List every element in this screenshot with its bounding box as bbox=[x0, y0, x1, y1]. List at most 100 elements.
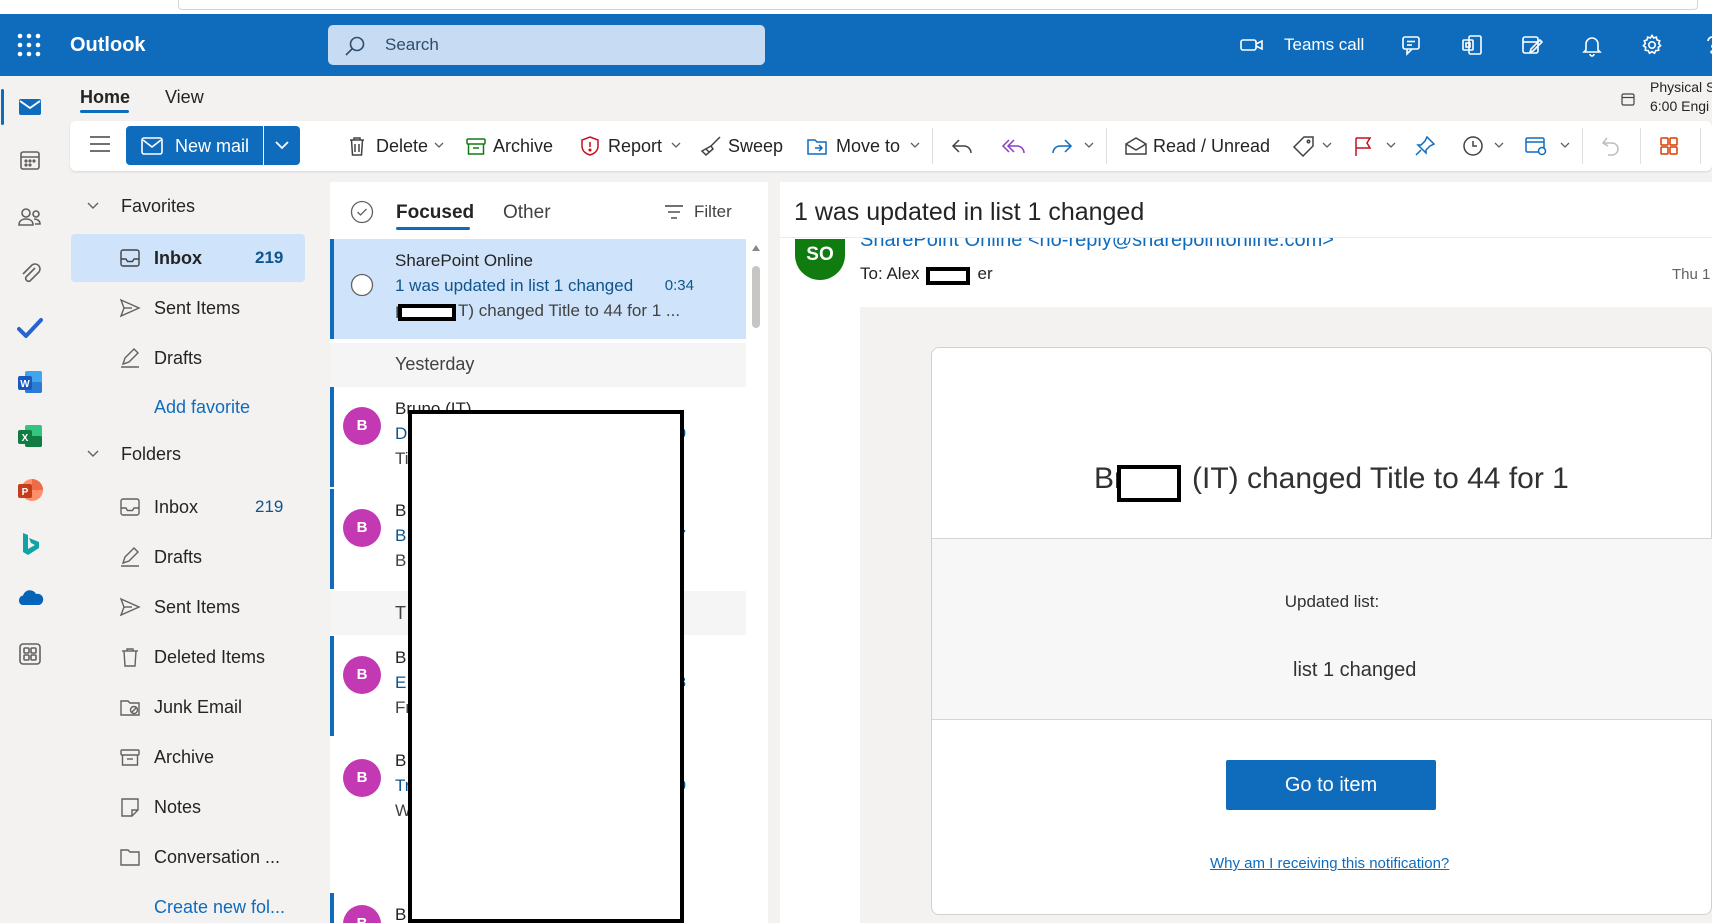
mail-icon[interactable] bbox=[16, 93, 44, 121]
excel-icon[interactable]: X bbox=[16, 422, 44, 450]
selected-accent bbox=[330, 239, 334, 339]
app-title[interactable]: Outlook bbox=[70, 32, 146, 58]
send-icon bbox=[119, 597, 141, 617]
folder-icon bbox=[120, 849, 140, 866]
message-item-selected[interactable]: SharePoint Online 1 was updated in list … bbox=[330, 239, 746, 339]
my-day-icon[interactable] bbox=[1520, 33, 1544, 57]
tab-home[interactable]: Home bbox=[80, 86, 130, 108]
undo-icon bbox=[1601, 137, 1619, 156]
card-details-section bbox=[932, 539, 1712, 719]
sweep-button[interactable]: Sweep bbox=[700, 131, 785, 161]
add-favorite-link[interactable]: Add favorite bbox=[154, 397, 250, 418]
chevron-down-icon bbox=[274, 139, 290, 151]
archive-button[interactable]: Archive bbox=[465, 131, 565, 161]
message-subject: D bbox=[395, 424, 408, 443]
app-launcher-icon[interactable] bbox=[16, 32, 42, 58]
trash-icon bbox=[122, 648, 138, 667]
why-notification-link[interactable]: Why am I receiving this notification? bbox=[1210, 855, 1449, 872]
read-unread-button[interactable]: Read / Unread bbox=[1124, 131, 1270, 161]
svg-text:W: W bbox=[20, 379, 30, 390]
favorite-sent-items[interactable]: Sent Items bbox=[71, 284, 305, 332]
favorite-inbox[interactable]: Inbox 219 bbox=[71, 234, 305, 282]
flag-button[interactable] bbox=[1352, 131, 1398, 161]
search-input[interactable]: Search bbox=[328, 25, 765, 65]
folder-junk-email[interactable]: Junk Email bbox=[71, 683, 305, 731]
onedrive-icon[interactable] bbox=[16, 584, 44, 612]
folder-notes[interactable]: Notes bbox=[71, 783, 305, 831]
tab-view[interactable]: View bbox=[165, 86, 204, 108]
new-mail-dropdown[interactable] bbox=[264, 126, 300, 165]
avatar: B bbox=[343, 759, 381, 797]
message-sender: SharePoint Online bbox=[395, 251, 533, 270]
bell-icon[interactable] bbox=[1580, 33, 1604, 57]
email-subject: 1 was updated in list 1 changed bbox=[794, 198, 1145, 226]
favorites-label: Favorites bbox=[121, 196, 196, 216]
email-from[interactable]: SharePoint Online <no-reply@sharepointon… bbox=[860, 238, 1334, 252]
bing-icon[interactable] bbox=[16, 530, 44, 558]
addins-button[interactable] bbox=[1658, 131, 1682, 161]
hamburger-icon[interactable] bbox=[88, 132, 112, 156]
create-new-folder-link[interactable]: Create new fol... bbox=[154, 897, 285, 918]
message-preview: T) changed Title to 44 for 1 ... bbox=[458, 301, 681, 320]
folder-deleted-items[interactable]: Deleted Items bbox=[71, 633, 305, 681]
reply-all-icon bbox=[1001, 139, 1025, 154]
snooze-button[interactable] bbox=[1462, 131, 1510, 161]
folder-conversation-history[interactable]: Conversation ... bbox=[71, 833, 305, 881]
gear-icon[interactable] bbox=[1640, 33, 1664, 57]
pin-button[interactable] bbox=[1414, 131, 1440, 161]
folder-inbox[interactable]: Inbox 219 bbox=[71, 483, 305, 531]
avatar: B bbox=[343, 905, 381, 923]
calendar-icon[interactable] bbox=[16, 146, 44, 174]
folder-label: Deleted Items bbox=[154, 647, 266, 667]
rules-button[interactable] bbox=[1524, 131, 1574, 161]
folder-archive[interactable]: Archive bbox=[71, 733, 305, 781]
clock-icon bbox=[1463, 136, 1483, 156]
help-icon[interactable] bbox=[1700, 33, 1712, 57]
word-icon[interactable]: W bbox=[16, 368, 44, 396]
message-preview: B bbox=[395, 551, 407, 570]
delete-button[interactable]: Delete bbox=[346, 131, 446, 161]
report-button[interactable]: Report bbox=[579, 131, 684, 161]
office-icon[interactable] bbox=[1460, 33, 1484, 57]
folder-sent-items[interactable]: Sent Items bbox=[71, 583, 305, 631]
ribbon-separator bbox=[1582, 128, 1583, 164]
teams-call-label: Teams call bbox=[1284, 35, 1365, 54]
upcoming-event[interactable]: Physical S 6:00 Engi bbox=[1650, 78, 1712, 116]
go-to-item-button[interactable]: Go to item bbox=[1226, 760, 1436, 810]
folder-drafts[interactable]: Drafts bbox=[71, 533, 305, 581]
categorize-button[interactable] bbox=[1292, 131, 1334, 161]
more-apps-icon[interactable] bbox=[16, 640, 44, 668]
select-all-checkbox[interactable] bbox=[350, 200, 374, 224]
todo-icon[interactable] bbox=[16, 314, 44, 342]
filter-label: Filter bbox=[694, 202, 732, 221]
message-sender: B bbox=[395, 501, 407, 520]
message-subject: 1 was updated in list 1 changed bbox=[395, 276, 634, 295]
reply-button[interactable] bbox=[950, 131, 976, 161]
undo-button[interactable] bbox=[1600, 131, 1626, 161]
new-mail-button[interactable]: New mail bbox=[126, 126, 263, 165]
attachment-icon[interactable] bbox=[16, 259, 44, 287]
reply-all-button[interactable] bbox=[1000, 131, 1028, 161]
scrollbar-thumb[interactable] bbox=[752, 266, 760, 328]
select-radio[interactable] bbox=[350, 273, 374, 297]
powerpoint-icon[interactable]: P bbox=[16, 476, 44, 504]
tab-focused[interactable]: Focused bbox=[396, 202, 474, 224]
move-to-button[interactable]: Move to bbox=[806, 131, 924, 161]
updated-list-label: Updated list: bbox=[1284, 592, 1380, 611]
unread-count: 219 bbox=[255, 248, 284, 267]
group-header-yesterday: Yesterday bbox=[395, 354, 475, 374]
people-icon[interactable] bbox=[16, 203, 44, 231]
folder-label: Inbox bbox=[154, 248, 202, 268]
favorite-drafts[interactable]: Drafts bbox=[71, 334, 305, 382]
tag-icon bbox=[1292, 136, 1314, 157]
unread-accent bbox=[330, 489, 334, 589]
forward-button[interactable] bbox=[1050, 131, 1096, 161]
teams-chat-icon[interactable] bbox=[1400, 33, 1424, 57]
redaction-box bbox=[398, 304, 456, 321]
chevron-down-icon bbox=[87, 450, 99, 457]
scroll-up-arrow[interactable] bbox=[751, 244, 761, 252]
tab-other[interactable]: Other bbox=[503, 202, 551, 224]
report-label: Report bbox=[608, 136, 663, 156]
message-sender: B bbox=[395, 751, 407, 770]
chevron-down-icon bbox=[1560, 142, 1570, 148]
